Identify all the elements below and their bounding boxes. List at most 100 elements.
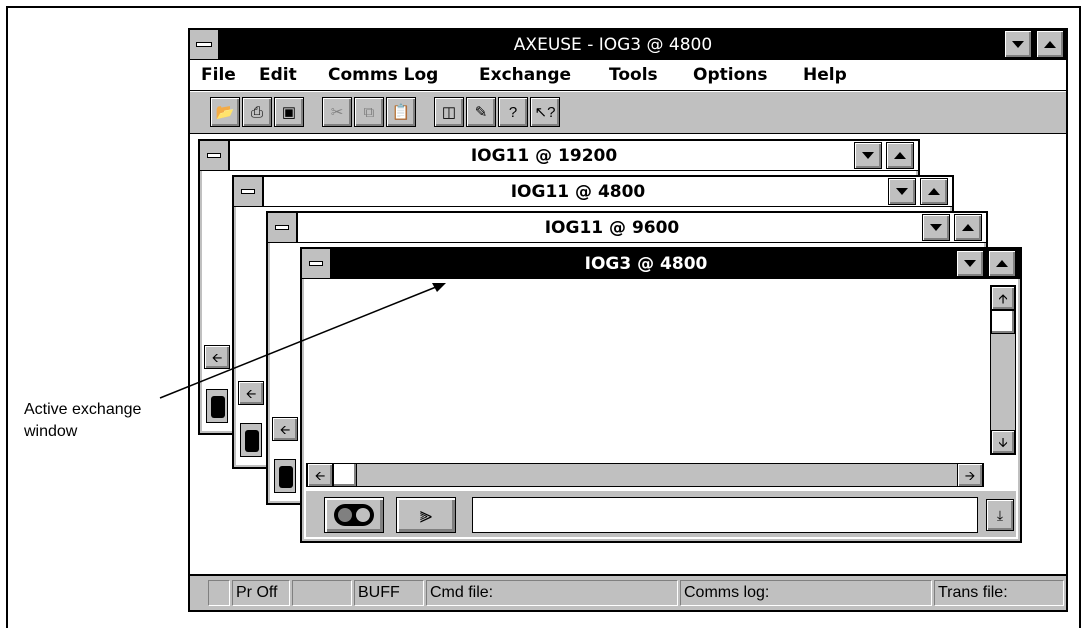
help-button[interactable]: ? (498, 97, 528, 127)
horizontal-scrollbar[interactable]: 🡨 🡪 (306, 463, 984, 487)
context-help-icon: ↖? (534, 103, 556, 121)
connect-icon (334, 504, 374, 526)
menu-comms-log[interactable]: Comms Log (328, 65, 438, 85)
minimize-icon (1012, 40, 1024, 48)
status-bar: Pr Off BUFF Cmd file: Comms log: Trans f… (190, 574, 1066, 610)
minimize-icon (964, 260, 976, 267)
app-title: AXEUSE - IOG3 @ 4800 (513, 34, 713, 55)
child-title: IOG11 @ 9600 (544, 217, 680, 238)
exchange-window-iog3-4800[interactable]: IOG3 @ 4800 🡩 🡫 🡨 🡪 ⫸ ⤓ (300, 247, 1022, 543)
minimize-icon (930, 224, 942, 231)
status-trans-file: Trans file: (934, 580, 1064, 606)
minimize-icon (896, 188, 908, 195)
child-system-menu[interactable] (302, 249, 332, 278)
arrow-left-icon: 🡨 (279, 421, 291, 437)
connect-icon (245, 430, 259, 452)
maximize-icon (894, 152, 906, 159)
child-title-bar-active: IOG3 @ 4800 (302, 249, 1020, 279)
child-system-menu-icon (309, 261, 323, 266)
main-window: AXEUSE - IOG3 @ 4800 File Edit Comms Log… (188, 28, 1068, 612)
download-arrow-icon: ⤓ (996, 506, 1004, 523)
vertical-scroll-thumb[interactable] (991, 310, 1015, 334)
child-system-menu-icon (241, 189, 255, 194)
connect-button[interactable] (324, 497, 384, 533)
vertical-scrollbar[interactable]: 🡩 🡫 (990, 285, 1016, 455)
minimize-button[interactable] (1004, 30, 1032, 58)
child-title-bar: IOG11 @ 9600 (268, 213, 986, 243)
scroll-left-button[interactable]: 🡨 (307, 463, 333, 487)
paste-icon: 📋 (391, 103, 411, 121)
menu-exchange[interactable]: Exchange (479, 65, 571, 85)
connect-icon (279, 466, 293, 488)
command-bar: ⫸ ⤓ (306, 491, 1016, 537)
arrow-up-icon: 🡩 (998, 290, 1008, 306)
toolbar: 📂 ⎙ ▣ ✂ ⧉ 📋 ◫ ✎ ? ↖? (190, 92, 1066, 134)
child-maximize-button[interactable] (886, 142, 914, 169)
send-break-button[interactable]: ⫸ (396, 497, 456, 533)
connect-button[interactable] (240, 423, 262, 457)
child-title: IOG3 @ 4800 (584, 253, 708, 274)
pen-button[interactable]: ✎ (466, 97, 496, 127)
child-system-menu[interactable] (268, 213, 298, 242)
print-icon: ⎙ (250, 103, 263, 121)
maximize-icon (996, 260, 1008, 267)
menu-help[interactable]: Help (803, 65, 847, 85)
arrow-right-icon: 🡪 (964, 467, 976, 483)
help-icon: ? (508, 103, 518, 121)
menu-options[interactable]: Options (693, 65, 767, 85)
child-system-menu-icon (275, 225, 289, 230)
scroll-left-button[interactable]: 🡨 (204, 345, 230, 369)
scroll-left-button[interactable]: 🡨 (272, 417, 298, 441)
child-minimize-button[interactable] (854, 142, 882, 169)
window-button[interactable]: ▣ (274, 97, 304, 127)
child-system-menu[interactable] (234, 177, 264, 206)
child-title-bar: IOG11 @ 19200 (200, 141, 918, 171)
child-system-menu[interactable] (200, 141, 230, 170)
child-title: IOG11 @ 19200 (470, 145, 618, 166)
callout-line-2: window (24, 423, 78, 440)
scroll-up-button[interactable]: 🡩 (991, 286, 1015, 310)
system-menu-icon (196, 42, 212, 47)
open-button[interactable]: 📂 (210, 97, 240, 127)
arrow-left-icon: 🡨 (245, 385, 257, 401)
menu-tools[interactable]: Tools (609, 65, 658, 85)
copy-button[interactable]: ⧉ (354, 97, 384, 127)
connect-button[interactable] (274, 459, 296, 493)
menu-file[interactable]: File (201, 65, 236, 85)
download-button[interactable]: ⤓ (986, 499, 1014, 531)
child-maximize-button[interactable] (920, 178, 948, 205)
scroll-left-button[interactable]: 🡨 (238, 381, 264, 405)
print-button[interactable]: ⎙ (242, 97, 272, 127)
child-maximize-button[interactable] (954, 214, 982, 241)
maximize-button[interactable] (1036, 30, 1064, 58)
status-pane-blank (292, 580, 352, 606)
paste-button[interactable]: 📋 (386, 97, 416, 127)
maximize-icon (928, 188, 940, 195)
child-minimize-button[interactable] (888, 178, 916, 205)
system-menu-button[interactable] (190, 30, 220, 59)
status-comms-log: Comms log: (680, 580, 932, 606)
arrow-left-icon: 🡨 (314, 467, 326, 483)
cut-icon: ✂ (330, 103, 344, 121)
status-cmd-file: Cmd file: (426, 580, 678, 606)
book-button[interactable]: ◫ (434, 97, 464, 127)
child-minimize-button[interactable] (956, 250, 984, 277)
copy-icon: ⧉ (363, 103, 375, 121)
callout-line-1: Active exchange (24, 401, 142, 418)
cut-button[interactable]: ✂ (322, 97, 352, 127)
horizontal-scroll-thumb[interactable] (333, 463, 357, 487)
maximize-icon (962, 224, 974, 231)
command-input[interactable] (472, 497, 978, 533)
connect-button[interactable] (206, 389, 228, 423)
arrow-down-icon: 🡫 (998, 434, 1008, 450)
callout-label: Active exchange window (24, 399, 141, 443)
context-help-button[interactable]: ↖? (530, 97, 560, 127)
scroll-right-button[interactable]: 🡪 (957, 463, 983, 487)
lightning-icon: ⫸ (419, 502, 433, 527)
child-minimize-button[interactable] (922, 214, 950, 241)
scroll-down-button[interactable]: 🡫 (991, 430, 1015, 454)
child-maximize-button[interactable] (988, 250, 1016, 277)
child-title-bar: IOG11 @ 4800 (234, 177, 952, 207)
pen-icon: ✎ (474, 103, 488, 121)
menu-edit[interactable]: Edit (259, 65, 297, 85)
